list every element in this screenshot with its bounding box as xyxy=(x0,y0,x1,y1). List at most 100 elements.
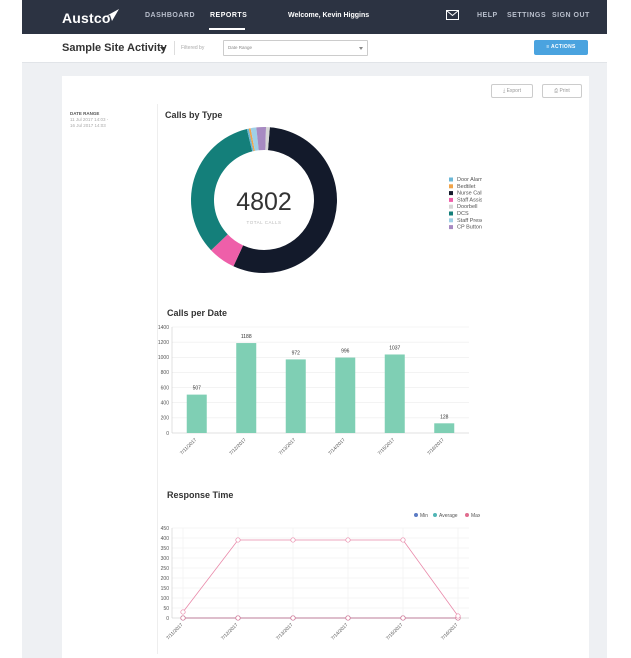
calls-per-date-title: Calls per Date xyxy=(167,308,228,318)
y-tick-label: 300 xyxy=(161,556,170,562)
bar-7-16-2017 xyxy=(434,423,455,433)
x-tick-label: 7/13/2017 xyxy=(275,622,295,642)
series-point-max xyxy=(235,615,241,621)
x-tick-label: 7/14/2017 xyxy=(327,437,347,457)
nav-dashboard[interactable]: DASHBOARD xyxy=(145,12,195,19)
legend-label-bedtilet: Bedtilet xyxy=(457,184,476,190)
y-tick-label: 1000 xyxy=(158,355,169,361)
y-tick-label: 450 xyxy=(161,526,170,532)
y-tick-label: 400 xyxy=(161,401,170,407)
legend-label-dcs: DCS xyxy=(457,211,469,217)
x-tick-label: 7/16/2017 xyxy=(426,437,446,457)
legend-swatch-staff-presence xyxy=(449,218,453,223)
site-selector-title[interactable]: Sample Site Activity xyxy=(62,42,167,54)
actions-button[interactable]: ≡ ACTIONS xyxy=(534,40,588,55)
legend-swatch-cp-button-cleaning xyxy=(449,225,453,230)
nav-sign-out[interactable]: SIGN OUT xyxy=(552,12,590,19)
bar-7-15-2017 xyxy=(384,354,405,433)
top-navigation-bar: Austco DASHBOARD REPORTS Welcome, Kevin … xyxy=(22,0,607,34)
legend-label-average: Average xyxy=(439,513,458,519)
report-toolbar: Sample Site Activity Filtered by Date Ra… xyxy=(22,34,607,63)
legend-swatch-door-alarm xyxy=(449,177,453,182)
export-button[interactable]: ⤓ Export xyxy=(491,84,533,98)
response-time-chart: 0 50 100 150 200 250 300 350 400 450 7/11/2017 7/12… xyxy=(161,513,480,642)
calls-by-type-title: Calls by Type xyxy=(165,110,223,120)
nav-active-indicator xyxy=(209,28,245,30)
legend-label-door-alarm: Door Alarm xyxy=(457,177,482,183)
legend-swatch-max xyxy=(465,513,469,517)
legend-swatch-average xyxy=(433,513,437,517)
nav-reports[interactable]: REPORTS xyxy=(210,12,247,19)
y-tick-label: 1200 xyxy=(158,340,169,346)
bar-value-label: 1188 xyxy=(241,334,252,340)
date-range-info: DATE RANGE 11 Jul 2017 14:03 - 16 Jul 20… xyxy=(70,111,108,129)
y-tick-label: 1400 xyxy=(158,325,169,331)
legend-swatch-staff-assist xyxy=(449,197,453,202)
series-point-trend xyxy=(400,537,406,543)
chevron-down-icon[interactable] xyxy=(160,47,166,51)
legend-swatch-doorbell xyxy=(449,204,453,209)
bar-value-label: 996 xyxy=(341,349,350,355)
date-range-select[interactable]: Date Range xyxy=(223,40,368,56)
series-point-trend xyxy=(345,537,351,543)
bar-value-label: 972 xyxy=(292,350,301,356)
print-button[interactable]: ⎙ Print xyxy=(542,84,582,98)
series-point-max xyxy=(400,615,406,621)
legend-swatch-min xyxy=(414,513,418,517)
legend-label-max: Max xyxy=(471,513,480,519)
legend-label-cp-button-cleaning: CP Button Cleaning xyxy=(457,225,482,231)
calls-per-date-chart: 0 200 400 600 800 1000 1200 1400 507 7/11/2017 118… xyxy=(158,325,469,457)
y-tick-label: 200 xyxy=(161,416,170,422)
bar-value-label: 1037 xyxy=(389,345,400,351)
bar-7-14-2017 xyxy=(335,357,356,433)
x-tick-label: 7/15/2017 xyxy=(377,437,397,457)
welcome-message: Welcome, Kevin Higgins xyxy=(288,12,370,19)
series-point-trend xyxy=(180,609,186,615)
series-point-max xyxy=(180,615,186,621)
bar-value-label: 128 xyxy=(440,414,449,420)
legend-swatch-bedtilet xyxy=(449,184,453,189)
series-point-max xyxy=(345,615,351,621)
y-tick-label: 200 xyxy=(161,576,170,582)
calls-by-type-chart: 4802 TOTAL CALLS Door AlarmBedtiletNurse… xyxy=(191,127,482,273)
y-tick-label: 0 xyxy=(166,431,169,437)
legend-label-staff-assist: Staff Assist xyxy=(457,197,482,203)
bar-value-label: 507 xyxy=(193,386,202,392)
legend-label-nurse-call: Nurse Call xyxy=(457,191,482,197)
nav-help[interactable]: HELP xyxy=(477,12,498,19)
series-point-trend xyxy=(290,537,296,543)
total-calls-value: 4802 xyxy=(236,188,292,216)
total-calls-label: TOTAL CALLS xyxy=(247,220,282,225)
legend-label-staff-presence: Staff Presence xyxy=(457,218,482,224)
y-tick-label: 800 xyxy=(161,370,170,376)
series-point-max xyxy=(290,615,296,621)
nav-settings[interactable]: SETTINGS xyxy=(507,12,546,19)
bar-7-13-2017 xyxy=(285,359,306,433)
filtered-by-label: Filtered by xyxy=(181,45,205,51)
date-range-select-value: Date Range xyxy=(228,45,253,50)
divider xyxy=(174,41,175,55)
y-tick-label: 100 xyxy=(161,596,170,602)
chevron-down-icon xyxy=(359,47,363,50)
x-tick-label: 7/13/2017 xyxy=(278,437,298,457)
y-tick-label: 250 xyxy=(161,566,170,572)
bar-7-12-2017 xyxy=(236,343,257,433)
mail-icon[interactable] xyxy=(446,10,459,20)
response-time-title: Response Time xyxy=(167,490,234,500)
date-range-end: 16 Jul 2017 14:03 xyxy=(70,123,106,128)
series-point-trend xyxy=(235,537,241,543)
x-tick-label: 7/16/2017 xyxy=(440,622,460,642)
report-card: ⤓ Export ⎙ Print DATE RANGE 11 Jul 2017 … xyxy=(62,76,589,658)
series-point-trend xyxy=(455,613,461,619)
page: Austco DASHBOARD REPORTS Welcome, Kevin … xyxy=(22,0,607,658)
legend-label-doorbell: Doorbell xyxy=(457,204,477,210)
y-tick-label: 150 xyxy=(161,586,170,592)
y-tick-label: 350 xyxy=(161,546,170,552)
y-tick-label: 400 xyxy=(161,536,170,542)
x-tick-label: 7/11/2017 xyxy=(179,437,198,456)
x-tick-label: 7/12/2017 xyxy=(220,622,240,642)
logo-swoosh-icon xyxy=(99,9,119,21)
legend-label-min: Min xyxy=(420,513,428,519)
y-tick-label: 0 xyxy=(166,616,169,622)
x-tick-label: 7/15/2017 xyxy=(385,622,405,642)
